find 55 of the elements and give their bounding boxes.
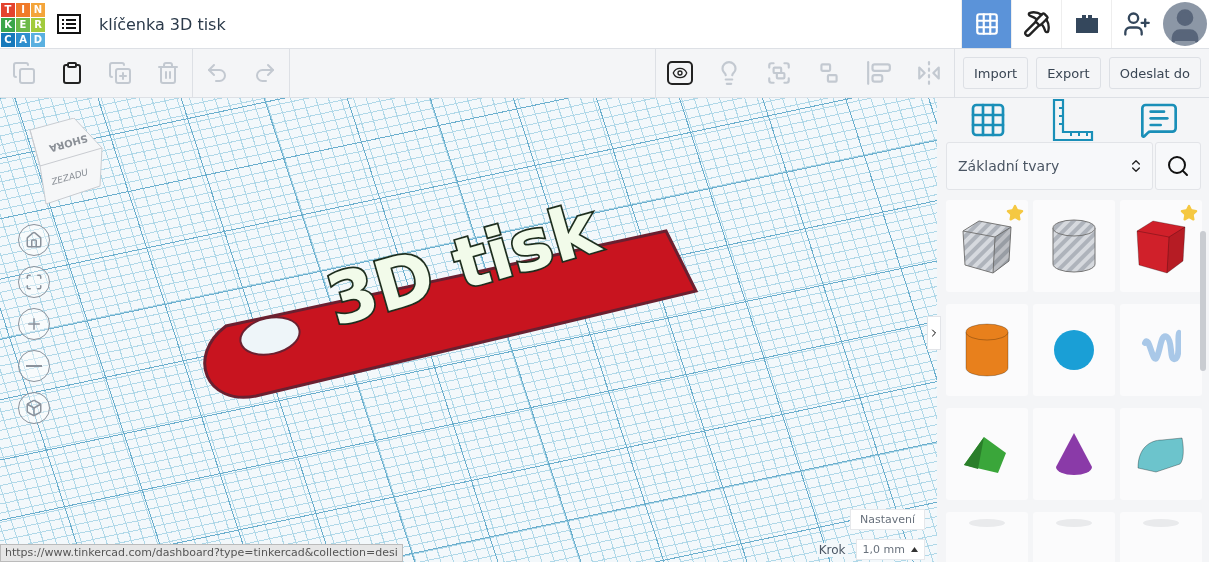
app-logo[interactable]: T I N K E R C A D: [1, 2, 45, 47]
ruler-icon: [1052, 98, 1095, 142]
design-title[interactable]: klíčenka 3D tisk: [99, 14, 226, 34]
snap-label: Krok: [816, 542, 848, 557]
paste-icon: [60, 61, 84, 85]
cube-icon: [25, 399, 43, 417]
zoom-in-icon: [25, 315, 43, 333]
action-button[interactable]: Import: [963, 57, 1029, 89]
grid-icon: [973, 11, 1000, 37]
shape-tile[interactable]: [1120, 304, 1202, 396]
status-url: https://www.tinkercad.com/dashboard?type=tinkercad&collection=desi: [0, 544, 403, 562]
home-icon: [25, 231, 43, 249]
zoom-in-button[interactable]: [18, 308, 50, 340]
undo-icon: [205, 61, 229, 85]
user-add-icon: [1122, 10, 1151, 38]
shape-tile[interactable]: [946, 408, 1028, 500]
copy-icon: [12, 61, 36, 85]
model-text: 3D tisk: [318, 187, 607, 343]
cube-face-label: SHORA: [47, 132, 89, 155]
align-icon: [866, 60, 892, 86]
list-icon: [57, 14, 81, 34]
snap-grid-select[interactable]: 1,0 mm: [855, 539, 925, 560]
keychain-hole: [239, 316, 301, 356]
shape-tile[interactable]: [1033, 408, 1115, 500]
settings-button[interactable]: Nastavení: [849, 509, 925, 530]
group-icon: [766, 60, 792, 86]
shape-tile[interactable]: [1120, 200, 1202, 292]
fit-button[interactable]: [18, 266, 50, 298]
pickaxe-icon: [1022, 10, 1051, 38]
duplicate-icon: [108, 61, 132, 85]
shape-tile[interactable]: [1033, 200, 1115, 292]
mirror-icon: [916, 60, 942, 86]
action-button[interactable]: Odeslat do: [1108, 57, 1201, 89]
notes-eye-icon: [667, 61, 693, 85]
shape-tile[interactable]: [946, 304, 1028, 396]
delete-icon: [156, 61, 180, 85]
search-icon: [1166, 154, 1190, 178]
ruler-button[interactable]: [1052, 98, 1095, 142]
cylinder-hole-icon: [1051, 218, 1097, 274]
perspective-button[interactable]: [18, 392, 50, 424]
redo-icon: [253, 61, 277, 85]
action-button[interactable]: Export: [1036, 57, 1101, 89]
shape-category-select[interactable]: Základní tvary: [946, 142, 1153, 190]
zoom-out-button[interactable]: [18, 350, 50, 382]
search-button[interactable]: [1155, 142, 1201, 190]
collapse-panel-button[interactable]: [927, 316, 941, 350]
box-hole-icon: [959, 217, 1015, 275]
fit-view-icon: [25, 273, 43, 291]
shape-tile[interactable]: [1120, 408, 1202, 500]
avatar[interactable]: [1163, 2, 1207, 46]
shape-tile[interactable]: [1033, 304, 1115, 396]
home-button[interactable]: [18, 224, 50, 256]
caret-icon: [911, 547, 918, 552]
shape-tile[interactable]: [946, 200, 1028, 292]
scrollbar-thumb[interactable]: [1200, 231, 1206, 371]
